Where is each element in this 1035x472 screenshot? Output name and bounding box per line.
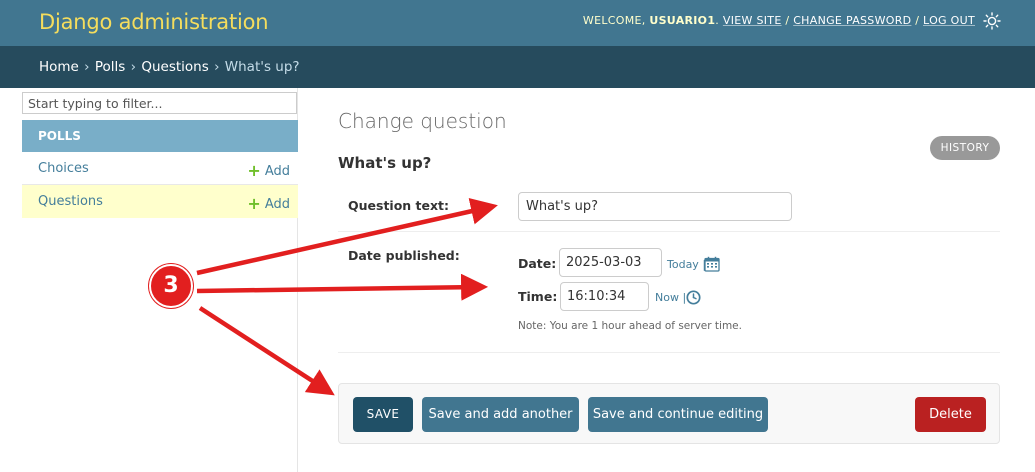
add-label: Add [264, 164, 290, 179]
breadcrumb-home[interactable]: Home [39, 59, 79, 75]
breadcrumb: Home › Polls › Questions › What's up? [0, 46, 1035, 88]
date-published-label: Date published: [348, 248, 460, 263]
add-question-link[interactable]: + Add [247, 193, 290, 213]
add-label: Add [264, 197, 290, 212]
date-input[interactable]: 2025-03-03 [559, 248, 662, 277]
plus-icon: + [247, 161, 261, 180]
question-text-label: Question text: [348, 198, 450, 213]
sun-icon[interactable] [983, 12, 1001, 30]
date-shortcuts: Today | [667, 258, 706, 271]
object-name: What's up? [338, 154, 432, 172]
log-out-link[interactable]: LOG OUT [923, 14, 975, 27]
save-button[interactable]: SAVE [353, 397, 413, 432]
sidebar-item-choices-link[interactable]: Choices [38, 161, 89, 176]
history-button[interactable]: HISTORY [930, 136, 1000, 160]
breadcrumb-separator: › [130, 59, 137, 75]
annotation-step-badge: 3 [149, 264, 193, 308]
delete-button[interactable]: Delete [915, 397, 986, 432]
divider [338, 352, 1000, 353]
timezone-note: Note: You are 1 hour ahead of server tim… [518, 320, 742, 332]
breadcrumb-separator: › [214, 59, 220, 75]
time-shortcuts: Now | [655, 291, 686, 304]
username: USUARIO1 [649, 14, 716, 27]
separator: / [915, 14, 920, 27]
separator: / [785, 14, 790, 27]
plus-icon: + [247, 194, 261, 213]
sidebar-item-questions-link[interactable]: Questions [38, 194, 103, 209]
save-and-continue-button[interactable]: Save and continue editing [588, 397, 768, 432]
breadcrumb-questions[interactable]: Questions [141, 59, 208, 75]
divider [338, 231, 1000, 232]
now-link[interactable]: Now [655, 291, 679, 304]
time-input[interactable]: 16:10:34 [560, 282, 649, 311]
time-label: Time: [518, 289, 558, 304]
sidebar-item-choices: Choices + Add [22, 152, 298, 185]
breadcrumb-separator: › [84, 59, 90, 75]
user-tools: WELCOME, USUARIO1. VIEW SITE / CHANGE PA… [582, 14, 975, 27]
change-password-link[interactable]: CHANGE PASSWORD [793, 14, 911, 27]
calendar-icon[interactable] [704, 256, 720, 272]
save-and-add-another-button[interactable]: Save and add another [422, 397, 579, 432]
clock-icon[interactable] [686, 290, 701, 305]
sidebar-item-questions: Questions + Add [22, 185, 298, 218]
date-label: Date: [518, 256, 557, 271]
site-header: Django administration WELCOME, USUARIO1.… [0, 0, 1035, 46]
page-title: Change question [338, 109, 507, 133]
today-link[interactable]: Today [667, 258, 699, 271]
welcome-text: WELCOME, [582, 14, 646, 27]
site-brand[interactable]: Django administration [39, 10, 269, 34]
view-site-link[interactable]: VIEW SITE [723, 14, 782, 27]
breadcrumb-current: What's up? [224, 59, 300, 75]
question-text-input[interactable]: What's up? [518, 192, 792, 221]
breadcrumb-polls[interactable]: Polls [95, 59, 125, 75]
nav-filter-input[interactable] [22, 92, 297, 114]
submit-row: SAVE Save and add another Save and conti… [338, 383, 1000, 444]
app-caption-polls[interactable]: POLLS [22, 120, 298, 152]
add-choice-link[interactable]: + Add [247, 160, 290, 180]
